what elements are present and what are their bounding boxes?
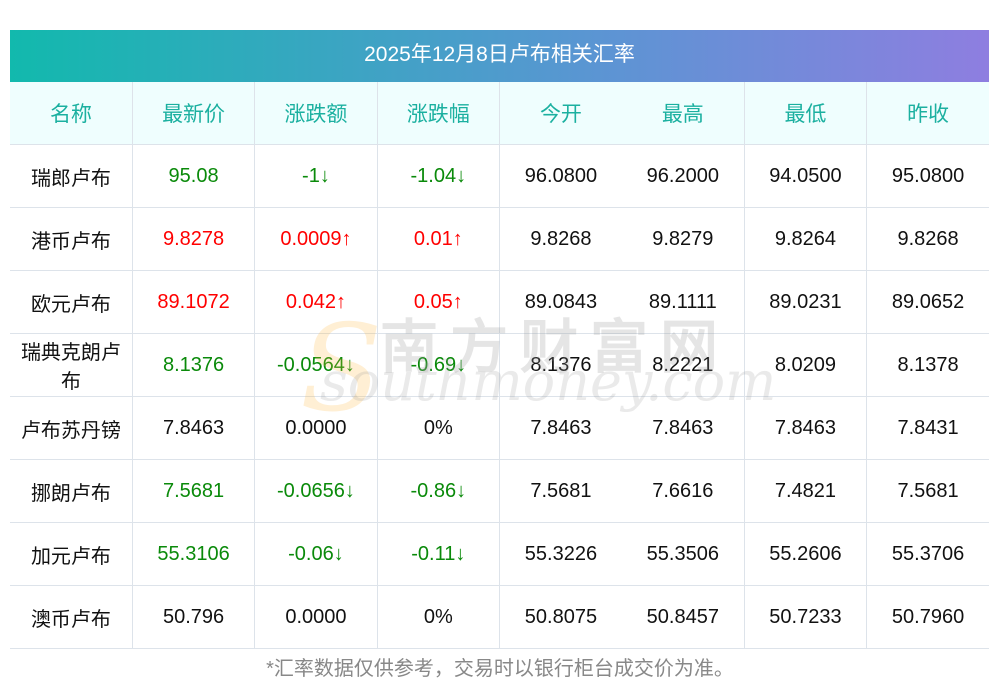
cell-open: 55.3226 bbox=[498, 522, 622, 586]
table-row: 瑞典克朗卢布 8.1376 -0.0564↓ -0.69↓ 8.1376 8.2221 8.… bbox=[10, 333, 989, 397]
cell-name: 卢布苏丹镑 bbox=[10, 396, 133, 460]
cell-open: 8.1376 bbox=[498, 333, 622, 397]
cell-high: 50.8457 bbox=[621, 585, 745, 649]
cell-pct: -0.86↓ bbox=[376, 459, 500, 523]
cell-change: 0.0000 bbox=[254, 396, 378, 460]
cell-name: 瑞典克朗卢布 bbox=[10, 333, 133, 397]
cell-price: 9.8278 bbox=[131, 207, 255, 271]
cell-name: 澳币卢布 bbox=[10, 585, 133, 649]
cell-pct: 0.05↑ bbox=[376, 270, 500, 334]
cell-price: 55.3106 bbox=[131, 522, 255, 586]
cell-pct: 0.01↑ bbox=[376, 207, 500, 271]
column-header: 涨跌幅 bbox=[376, 82, 500, 145]
cell-price: 7.5681 bbox=[131, 459, 255, 523]
cell-change: -0.06↓ bbox=[254, 522, 378, 586]
cell-change: -0.0564↓ bbox=[254, 333, 378, 397]
cell-pct: -1.04↓ bbox=[376, 144, 500, 208]
cell-change: 0.0000 bbox=[254, 585, 378, 649]
cell-prev: 50.7960 bbox=[866, 585, 989, 649]
cell-prev: 9.8268 bbox=[866, 207, 989, 271]
cell-pct: -0.11↓ bbox=[376, 522, 500, 586]
cell-price: 95.08 bbox=[131, 144, 255, 208]
cell-name: 瑞郎卢布 bbox=[10, 144, 133, 208]
cell-open: 89.0843 bbox=[498, 270, 622, 334]
column-header: 名称 bbox=[10, 82, 133, 145]
table-row: 挪朗卢布 7.5681 -0.0656↓ -0.86↓ 7.5681 7.6616 7.48… bbox=[10, 459, 989, 523]
cell-prev: 7.8431 bbox=[866, 396, 989, 460]
cell-high: 96.2000 bbox=[621, 144, 745, 208]
cell-high: 7.8463 bbox=[621, 396, 745, 460]
cell-low: 8.0209 bbox=[743, 333, 867, 397]
column-header: 最新价 bbox=[131, 82, 255, 145]
cell-change: -1↓ bbox=[254, 144, 378, 208]
cell-name: 挪朗卢布 bbox=[10, 459, 133, 523]
cell-low: 94.0500 bbox=[743, 144, 867, 208]
header-row: 名称 最新价 涨跌额 涨跌幅 今开 最高 最低 昨收 bbox=[10, 82, 989, 145]
cell-price: 7.8463 bbox=[131, 396, 255, 460]
table-row: 加元卢布 55.3106 -0.06↓ -0.11↓ 55.3226 55.3506 55.… bbox=[10, 522, 989, 586]
cell-change: -0.0656↓ bbox=[254, 459, 378, 523]
cell-change: 0.0009↑ bbox=[254, 207, 378, 271]
cell-name: 欧元卢布 bbox=[10, 270, 133, 334]
cell-high: 9.8279 bbox=[621, 207, 745, 271]
cell-prev: 55.3706 bbox=[866, 522, 989, 586]
cell-open: 7.8463 bbox=[498, 396, 622, 460]
table-row: 澳币卢布 50.796 0.0000 0% 50.8075 50.8457 50.7233 5… bbox=[10, 585, 989, 649]
column-header: 最高 bbox=[621, 82, 745, 145]
cell-pct: 0% bbox=[376, 396, 500, 460]
cell-low: 50.7233 bbox=[743, 585, 867, 649]
table-row: 港币卢布 9.8278 0.0009↑ 0.01↑ 9.8268 9.8279 9.8264… bbox=[10, 207, 989, 271]
cell-pct: -0.69↓ bbox=[376, 333, 500, 397]
column-header: 昨收 bbox=[866, 82, 989, 145]
cell-low: 9.8264 bbox=[743, 207, 867, 271]
cell-high: 8.2221 bbox=[621, 333, 745, 397]
cell-low: 89.0231 bbox=[743, 270, 867, 334]
table-row: 瑞郎卢布 95.08 -1↓ -1.04↓ 96.0800 96.2000 94.0500 9… bbox=[10, 144, 989, 208]
cell-high: 89.1111 bbox=[621, 270, 745, 334]
cell-high: 7.6616 bbox=[621, 459, 745, 523]
disclaimer: *汇率数据仅供参考，交易时以银行柜台成交价为准。 bbox=[266, 658, 734, 680]
cell-low: 55.2606 bbox=[743, 522, 867, 586]
column-header: 涨跌额 bbox=[254, 82, 378, 145]
cell-pct: 0% bbox=[376, 585, 500, 649]
cell-name: 港币卢布 bbox=[10, 207, 133, 271]
cell-name: 加元卢布 bbox=[10, 522, 133, 586]
cell-prev: 89.0652 bbox=[866, 270, 989, 334]
cell-low: 7.8463 bbox=[743, 396, 867, 460]
cell-open: 96.0800 bbox=[498, 144, 622, 208]
cell-low: 7.4821 bbox=[743, 459, 867, 523]
cell-open: 9.8268 bbox=[498, 207, 622, 271]
table-row: 卢布苏丹镑 7.8463 0.0000 0% 7.8463 7.8463 7.8463 7.8… bbox=[10, 396, 989, 460]
cell-price: 8.1376 bbox=[131, 333, 255, 397]
cell-prev: 8.1378 bbox=[866, 333, 989, 397]
cell-prev: 7.5681 bbox=[866, 459, 989, 523]
cell-change: 0.042↑ bbox=[254, 270, 378, 334]
column-header: 最低 bbox=[743, 82, 867, 145]
cell-prev: 95.0800 bbox=[866, 144, 989, 208]
cell-price: 50.796 bbox=[131, 585, 255, 649]
exchange-rate-table: 名称 最新价 涨跌额 涨跌幅 今开 最高 最低 昨收 瑞郎卢布 95.08 -1↓ -1.04↓ 96… bbox=[10, 82, 989, 649]
cell-open: 50.8075 bbox=[498, 585, 622, 649]
column-header: 今开 bbox=[498, 82, 622, 145]
table-title: 2025年12月8日卢布相关汇率 bbox=[10, 30, 989, 82]
cell-price: 89.1072 bbox=[131, 270, 255, 334]
table-row: 欧元卢布 89.1072 0.042↑ 0.05↑ 89.0843 89.1111 89.0… bbox=[10, 270, 989, 334]
cell-open: 7.5681 bbox=[498, 459, 622, 523]
cell-high: 55.3506 bbox=[621, 522, 745, 586]
